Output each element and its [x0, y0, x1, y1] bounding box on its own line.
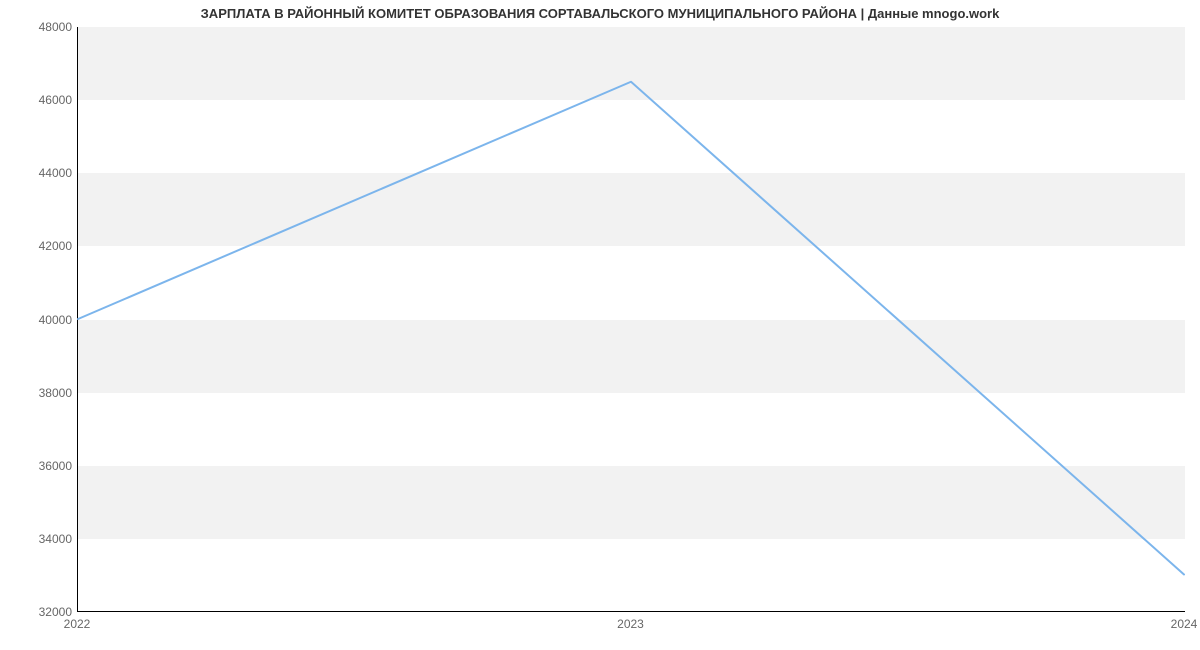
y-tick-label: 46000 — [22, 93, 72, 107]
plot-area — [77, 27, 1185, 612]
y-tick-label: 44000 — [22, 166, 72, 180]
y-tick-label: 42000 — [22, 239, 72, 253]
chart-container: ЗАРПЛАТА В РАЙОННЫЙ КОМИТЕТ ОБРАЗОВАНИЯ … — [0, 0, 1200, 650]
y-tick-label: 48000 — [22, 20, 72, 34]
line-layer — [78, 27, 1185, 611]
y-tick-label: 34000 — [22, 532, 72, 546]
y-tick-label: 38000 — [22, 386, 72, 400]
y-tick-label: 40000 — [22, 313, 72, 327]
series-line — [78, 82, 1184, 575]
x-tick-label: 2022 — [64, 617, 91, 631]
x-tick-label: 2024 — [1171, 617, 1198, 631]
chart-title: ЗАРПЛАТА В РАЙОННЫЙ КОМИТЕТ ОБРАЗОВАНИЯ … — [0, 6, 1200, 21]
x-tick-label: 2023 — [617, 617, 644, 631]
y-tick-label: 36000 — [22, 459, 72, 473]
